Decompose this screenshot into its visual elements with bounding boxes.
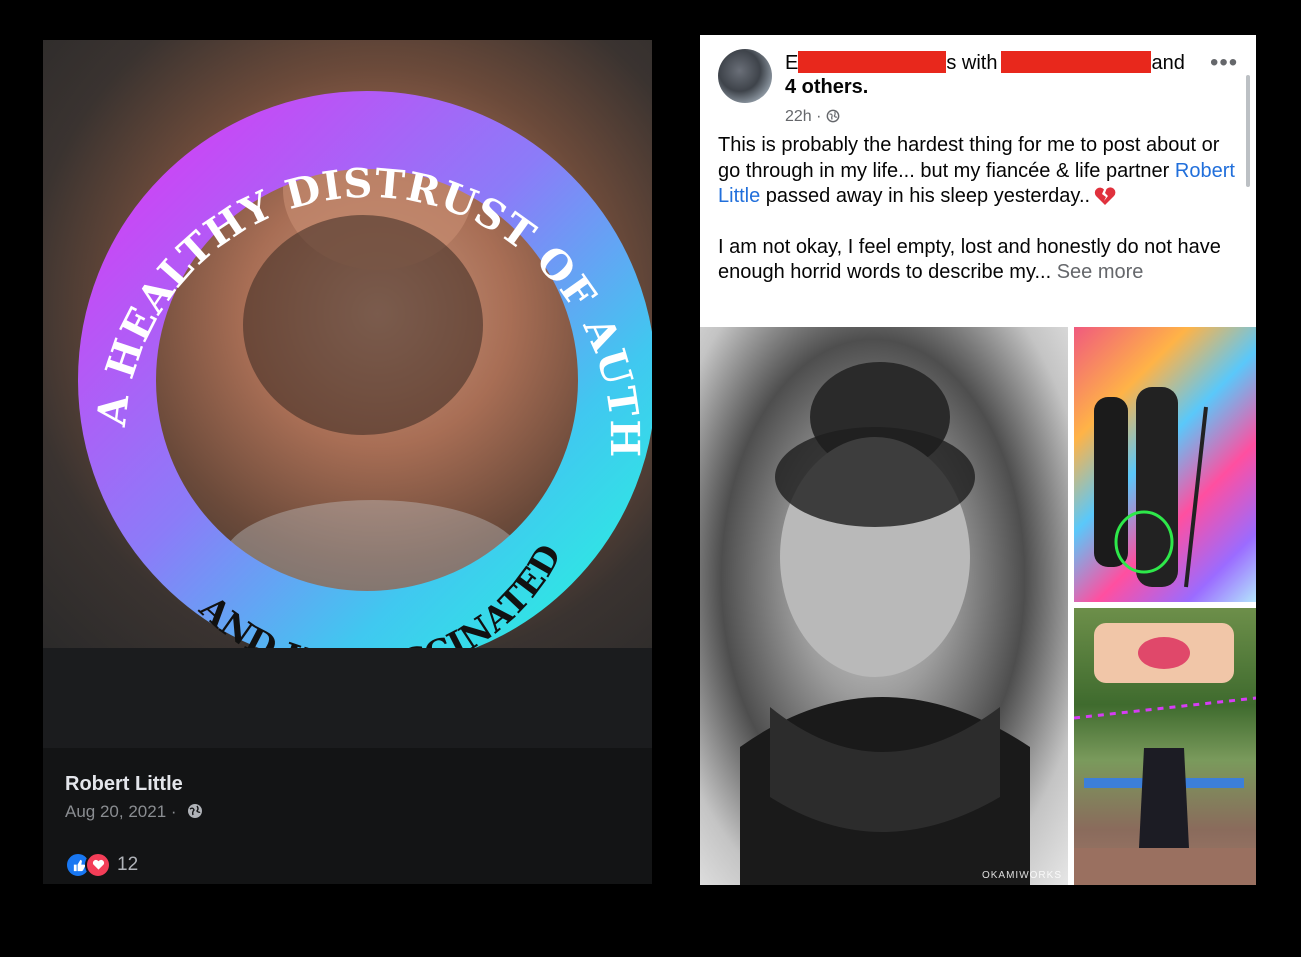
post-text-part: passed away in his sleep yesterday.. [760,185,1091,207]
photo-watermark: OKAMIWORKS [981,870,1062,881]
post-text-part: This is probably the hardest thing for m… [718,134,1220,182]
post-paragraph-1: This is probably the hardest thing for m… [718,133,1243,210]
header-text-2: s with [946,52,998,74]
scrollbar[interactable] [1246,75,1250,187]
more-icon[interactable]: ••• [1210,49,1238,77]
costume-shapes [1094,387,1208,588]
portrait-shapes [740,362,1030,885]
header-text-1: E [785,52,799,74]
redaction-bar [1001,51,1152,73]
header-text-3: and [1151,52,1185,74]
post-text-part: I am not okay, I feel empty, lost and ho… [718,235,1221,284]
globe-icon [188,804,203,818]
post-paragraph-2: I am not okay, I feel empty, lost and ho… [718,235,1243,286]
redaction-bar [798,51,947,73]
see-more-link[interactable]: See more [1057,261,1144,283]
photo-couple-costume[interactable] [1074,327,1256,602]
photo-portrait[interactable]: OKAMIWORKS [700,327,1068,885]
post-date-text[interactable]: Aug 20, 2021 · [65,802,177,821]
tagged-others-link[interactable]: 4 others. [785,76,868,98]
profile-frame-photo[interactable]: I HAVE A HEALTHY DISTRUST OF AUTHORITY A… [43,40,652,648]
bridge-shapes [1074,623,1256,885]
globe-icon [826,109,840,123]
author-name[interactable]: Robert Little [65,773,183,796]
left-post-card: I HAVE A HEALTHY DISTRUST OF AUTHORITY A… [43,40,652,884]
right-post-card: Es with and 4 others. ••• 22h · This is p… [700,35,1256,885]
post-footer: Robert Little Aug 20, 2021 · 12 [43,748,652,884]
post-time[interactable]: 22h · [785,108,840,126]
love-icon [85,852,111,878]
photo-spacer [43,648,652,748]
post-body: This is probably the hardest thing for m… [718,133,1243,286]
photo-bridge-festival[interactable] [1074,608,1256,885]
broken-heart-icon [1094,187,1116,205]
avatar[interactable] [718,49,772,103]
post-time-text[interactable]: 22h · [785,108,821,125]
reaction-count: 12 [117,854,139,875]
post-header: Es with and 4 others. [785,51,1205,99]
reactions-summary[interactable]: 12 [65,852,138,878]
post-date[interactable]: Aug 20, 2021 · [65,802,203,822]
frame-ring: I HAVE A HEALTHY DISTRUST OF AUTHORITY A… [43,40,652,648]
